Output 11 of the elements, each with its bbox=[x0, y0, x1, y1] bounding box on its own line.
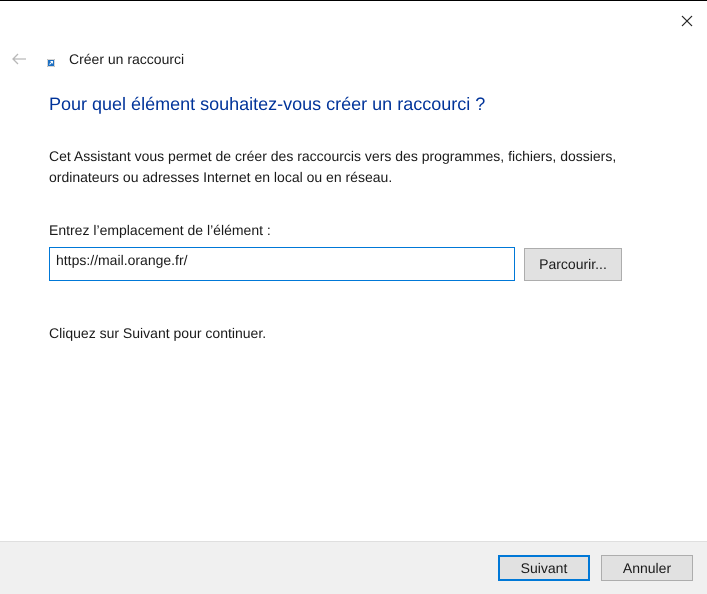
description-text: Cet Assistant vous permet de créer des raccourcis vers des programmes, fichiers, dossiers, ordinateurs ou adresses Internet en local ou en réseau. bbox=[49, 147, 618, 187]
hint-text: Cliquez sur Suivant pour continuer. bbox=[49, 324, 268, 343]
location-label: Entrez l’emplacement de l’élément : bbox=[49, 221, 272, 240]
dialog-button[interactable]: Annuler bbox=[601, 555, 693, 581]
heading: Pour quel élément souhaitez-vous créer un raccourci ? bbox=[49, 93, 486, 116]
shortcut-icon bbox=[47, 59, 55, 67]
close-icon[interactable] bbox=[681, 15, 693, 27]
dialog-button[interactable]: Suivant bbox=[498, 555, 590, 581]
location-field[interactable]: https://mail.orange.fr/ bbox=[49, 247, 515, 281]
window-title: Créer un raccourci bbox=[69, 50, 184, 68]
browse-button[interactable]: Parcourir... bbox=[524, 248, 622, 280]
